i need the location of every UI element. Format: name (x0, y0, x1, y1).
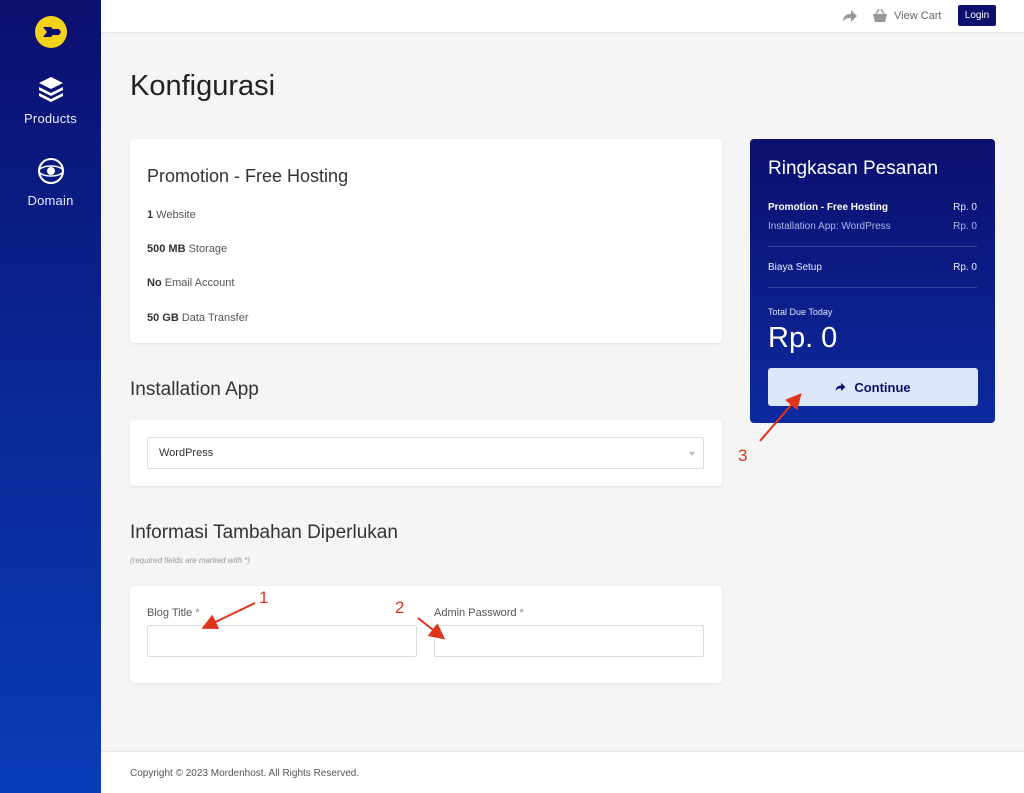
summary-line: Promotion - Free Hosting Rp. 0 (768, 202, 977, 213)
brand-logo-icon[interactable] (35, 16, 67, 48)
summary-line: Installation App: WordPress Rp. 0 (768, 221, 977, 232)
additional-fields-card: Blog Title * Admin Password * (130, 586, 722, 683)
installation-app-select[interactable]: WordPress (147, 437, 704, 469)
required-note: (required fields are marked with *) (130, 556, 251, 565)
order-summary: Ringkasan Pesanan Promotion - Free Hosti… (750, 139, 995, 423)
feature-item: 500 MB Storage (147, 243, 228, 255)
page-title: Konfigurasi (130, 70, 276, 102)
product-card: Promotion - Free Hosting 1 Website 500 M… (130, 139, 722, 343)
blog-title-input[interactable] (147, 625, 417, 657)
annotation-number: 2 (395, 598, 405, 617)
installation-app-heading: Installation App (130, 379, 259, 400)
divider (768, 287, 977, 288)
footer: Copyright © 2023 Mordenhost. All Rights … (101, 751, 1024, 793)
share-arrow-icon (836, 382, 846, 392)
annotation-number: 3 (738, 446, 748, 465)
total-label: Total Due Today (768, 307, 833, 317)
admin-password-input[interactable] (434, 625, 704, 657)
copyright-text: Copyright © 2023 Mordenhost. All Rights … (130, 768, 360, 779)
top-bar: View Cart Login (101, 0, 1024, 33)
share-arrow-icon[interactable] (842, 9, 858, 23)
chevron-down-icon (689, 452, 695, 456)
admin-password-label: Admin Password * (434, 607, 524, 619)
login-button[interactable]: Login (958, 5, 996, 26)
globe-icon (37, 158, 64, 184)
divider (768, 246, 977, 247)
sidebar-item-label: Products (24, 111, 77, 126)
sidebar-item-products[interactable]: Products (0, 74, 101, 128)
cube-icon (38, 77, 63, 102)
continue-button[interactable]: Continue (768, 368, 978, 406)
installation-card: WordPress (130, 420, 722, 486)
select-value: WordPress (159, 447, 214, 459)
annotation-number: 1 (259, 588, 269, 607)
sidebar-item-label: Domain (27, 193, 74, 208)
summary-title: Ringkasan Pesanan (768, 158, 939, 179)
additional-info-heading: Informasi Tambahan Diperlukan (130, 522, 398, 543)
product-name: Promotion - Free Hosting (147, 166, 349, 186)
basket-icon[interactable] (872, 8, 888, 24)
blog-title-label: Blog Title * (147, 607, 200, 619)
feature-item: 50 GB Data Transfer (147, 312, 249, 324)
feature-item: No Email Account (147, 277, 235, 289)
sidebar-item-domain[interactable]: Domain (0, 156, 101, 210)
view-cart-link[interactable]: View Cart (894, 10, 941, 22)
continue-label: Continue (854, 379, 911, 395)
total-value: Rp. 0 (768, 322, 838, 354)
sidebar: Products Domain (0, 0, 101, 793)
feature-item: 1 Website (147, 209, 196, 221)
summary-line: Biaya Setup Rp. 0 (768, 262, 977, 273)
